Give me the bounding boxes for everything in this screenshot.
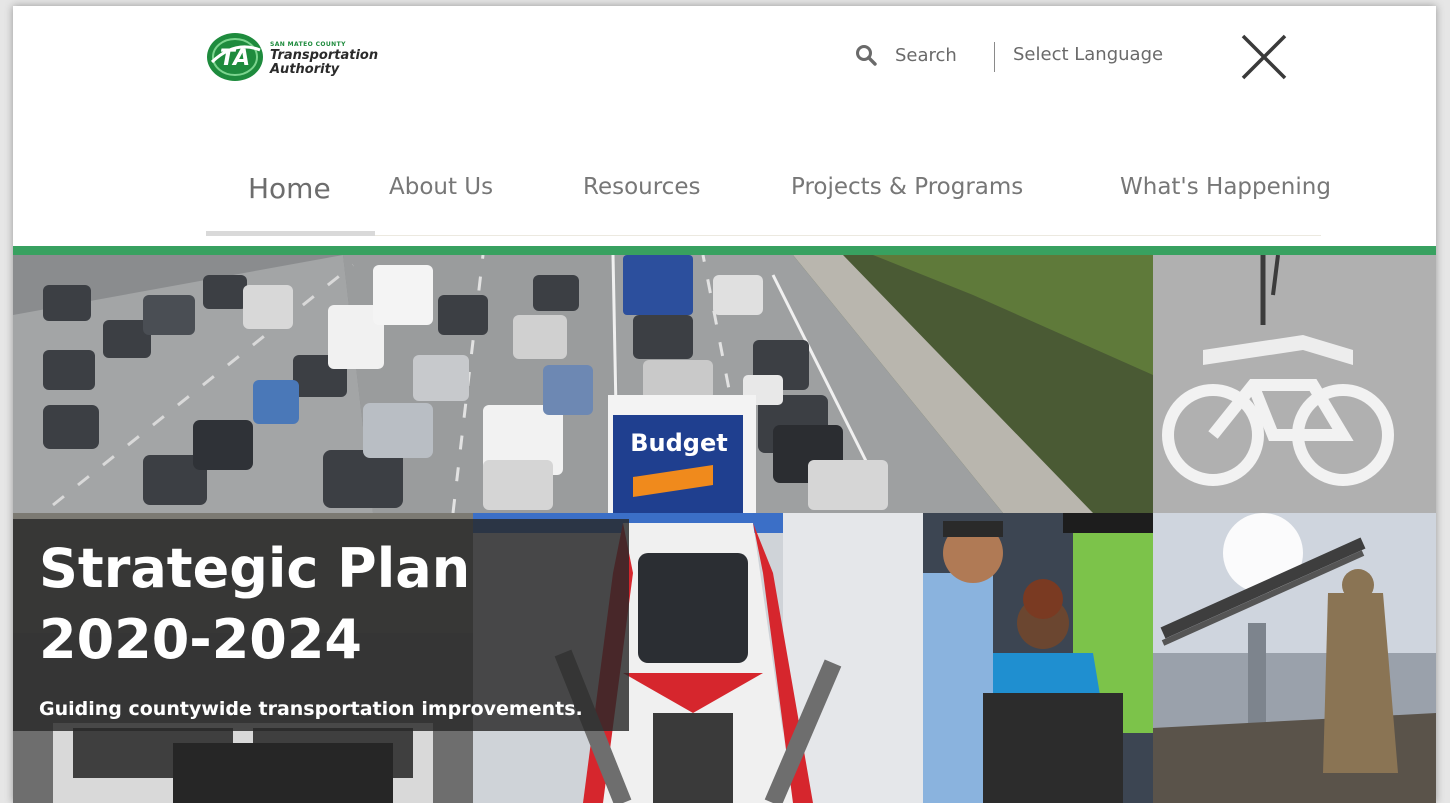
nav-item-home[interactable]: Home: [248, 172, 331, 205]
logo-line-1: Transportation: [270, 48, 379, 63]
header-accent-bar: [13, 246, 1436, 255]
site-logo[interactable]: TA SAN MATEO COUNTY Transportation Autho…: [206, 30, 386, 86]
truck-sign-text: Budget: [630, 429, 728, 457]
browser-window: TA SAN MATEO COUNTY Transportation Autho…: [13, 6, 1436, 803]
logo-line-2: Authority: [270, 62, 340, 77]
hero-banner[interactable]: Budget Strategic Plan 2020-2024 Guiding …: [13, 255, 1436, 803]
logo-mark-text: TA: [220, 46, 250, 71]
nav-item-resources[interactable]: Resources: [583, 174, 700, 200]
nav-item-projects-programs[interactable]: Projects & Programs: [791, 174, 1023, 200]
hero-headline-line-2: 2020-2024: [39, 608, 362, 671]
hero-image-bike-lane: [1153, 255, 1436, 513]
language-selector[interactable]: Select Language: [1013, 44, 1163, 65]
close-icon[interactable]: [1239, 32, 1289, 82]
hero-headline-line-1: Strategic Plan: [39, 537, 471, 600]
hero-tagline: Guiding countywide transportation improv…: [39, 698, 583, 720]
nav-item-whats-happening[interactable]: What's Happening: [1120, 174, 1331, 200]
ta-logo-icon: TA: [207, 33, 263, 81]
main-nav: Home About Us Resources Projects & Progr…: [206, 156, 1331, 238]
search-button[interactable]: Search: [855, 40, 957, 70]
nav-item-about-us[interactable]: About Us: [389, 174, 493, 200]
header-divider: [994, 42, 995, 72]
search-label: Search: [895, 44, 957, 66]
hero-headline[interactable]: Strategic Plan 2020-2024: [39, 533, 470, 675]
hero-image-construction: [1153, 513, 1436, 803]
search-icon: [856, 45, 877, 66]
hero-image-paratransit: [923, 513, 1153, 803]
hero-image-traffic: Budget: [13, 255, 1153, 513]
